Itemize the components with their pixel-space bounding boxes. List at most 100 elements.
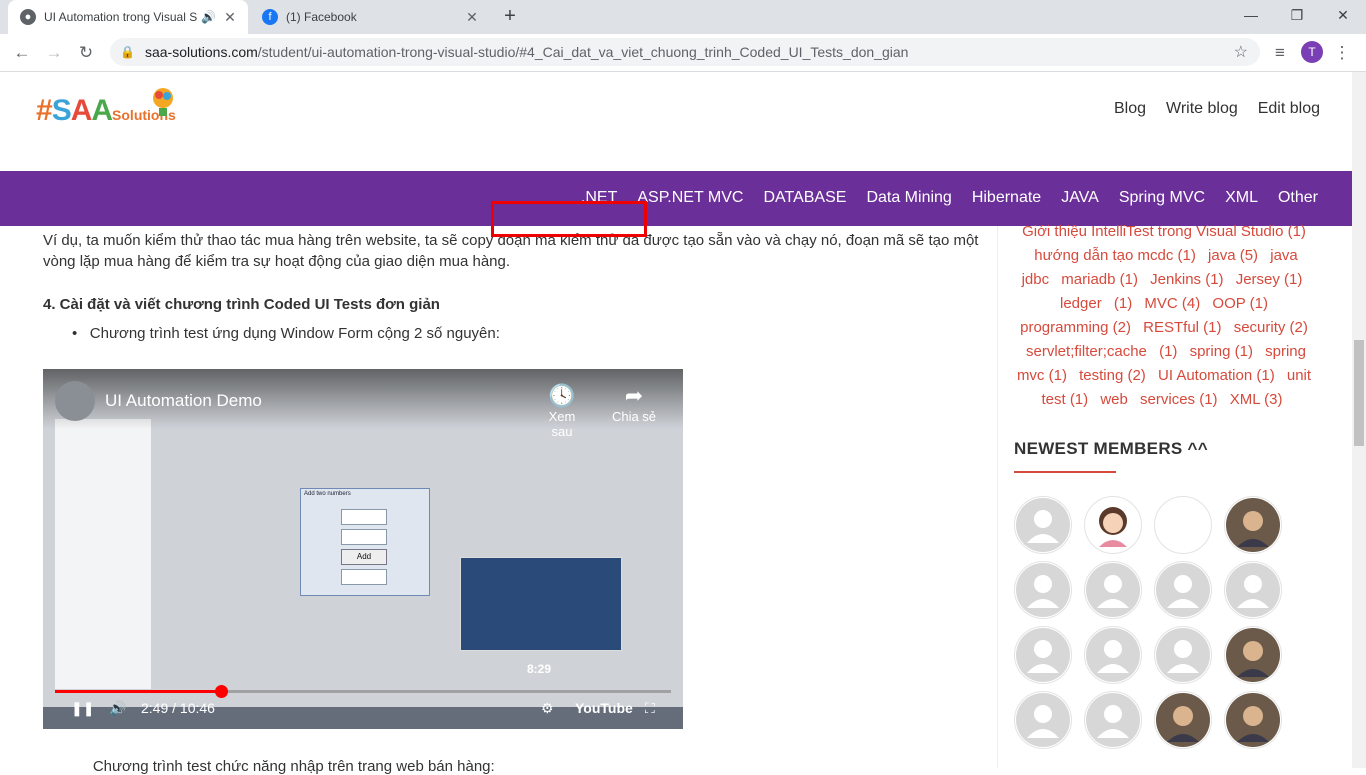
tag-link[interactable]: Jenkins (1) bbox=[1150, 271, 1223, 288]
video-title[interactable]: UI Automation Demo bbox=[105, 391, 262, 411]
bookmark-star-icon[interactable]: ☆ bbox=[1234, 42, 1248, 62]
scrollbar-thumb[interactable] bbox=[1354, 340, 1364, 446]
tag-link[interactable]: XML (3) bbox=[1230, 391, 1283, 408]
tab-title: (1) Facebook bbox=[286, 10, 357, 24]
menu-blog[interactable]: Blog bbox=[1114, 100, 1146, 118]
youtube-video[interactable]: Add two numbers Add 8:29 UI Automation D… bbox=[43, 369, 683, 729]
speaker-icon[interactable]: 🔊 bbox=[201, 10, 216, 24]
cat-data-mining[interactable]: Data Mining bbox=[866, 189, 951, 207]
tag-link[interactable]: services (1) bbox=[1140, 391, 1218, 408]
cat-database[interactable]: DATABASE bbox=[763, 189, 846, 207]
member-avatar[interactable] bbox=[1224, 626, 1282, 684]
logo-a2: A bbox=[91, 94, 113, 127]
tag-link[interactable]: Giới thiệu IntelliTest trong Visual Stud… bbox=[1022, 223, 1306, 240]
tag-link[interactable]: (1) bbox=[1114, 295, 1132, 312]
facebook-icon: f bbox=[262, 9, 278, 25]
member-avatar[interactable] bbox=[1014, 561, 1072, 619]
member-avatar[interactable] bbox=[1224, 691, 1282, 749]
category-bar: .NET ASP.NET MVC DATABASE Data Mining Hi… bbox=[0, 171, 1352, 226]
url-path: /student/ui-automation-trong-visual-stud… bbox=[257, 44, 909, 60]
tag-link[interactable]: UI Automation (1) bbox=[1158, 367, 1275, 384]
youtube-logo[interactable]: YouTube bbox=[575, 700, 633, 716]
member-avatar[interactable] bbox=[1084, 626, 1142, 684]
video-progress-bar[interactable] bbox=[55, 685, 671, 698]
dialog-result bbox=[341, 569, 387, 585]
close-tab-icon[interactable]: ✕ bbox=[464, 9, 480, 26]
tab-ui-automation[interactable]: ● UI Automation trong Visual S 🔊 ✕ bbox=[8, 0, 248, 34]
progress-fill bbox=[55, 690, 222, 693]
tag-link[interactable]: security (2) bbox=[1234, 319, 1308, 336]
maximize-icon[interactable]: ❐ bbox=[1274, 0, 1320, 30]
watch-later-button[interactable]: 🕓 Xem sau bbox=[537, 383, 587, 439]
close-tab-icon[interactable]: ✕ bbox=[222, 9, 238, 26]
title-underline bbox=[1014, 471, 1116, 473]
menu-edit-blog[interactable]: Edit blog bbox=[1258, 100, 1320, 118]
cat-hibernate[interactable]: Hibernate bbox=[972, 189, 1041, 207]
new-tab-button[interactable]: + bbox=[500, 6, 520, 26]
tab-facebook[interactable]: f (1) Facebook ✕ bbox=[250, 0, 490, 34]
member-avatar[interactable] bbox=[1154, 561, 1212, 619]
cat-java[interactable]: JAVA bbox=[1061, 189, 1099, 207]
channel-avatar[interactable] bbox=[55, 381, 95, 421]
more-menu-icon[interactable]: ⋮ bbox=[1330, 41, 1354, 65]
tag-link[interactable]: hướng dẫn tạo mcdc (1) bbox=[1034, 247, 1196, 264]
clock-icon: 🕓 bbox=[548, 383, 576, 408]
menu-write-blog[interactable]: Write blog bbox=[1166, 100, 1238, 118]
tag-link[interactable]: mariadb (1) bbox=[1061, 271, 1138, 288]
tag-link[interactable]: programming (2) bbox=[1020, 319, 1131, 336]
settings-gear-icon[interactable]: ⚙ bbox=[541, 700, 554, 717]
tag-link[interactable]: java (5) bbox=[1208, 247, 1258, 264]
member-avatar[interactable] bbox=[1014, 626, 1072, 684]
bullet-text: Chương trình test chức năng nhập trên tr… bbox=[92, 758, 495, 775]
tag-link[interactable]: Jersey (1) bbox=[1236, 271, 1303, 288]
dialog-title: Add two numbers bbox=[304, 491, 351, 497]
reload-icon[interactable]: ↻ bbox=[74, 41, 98, 65]
member-avatar[interactable] bbox=[1224, 496, 1282, 554]
members-grid bbox=[1014, 496, 1294, 749]
tag-link[interactable]: OOP (1) bbox=[1212, 295, 1268, 312]
share-icon: ➦ bbox=[624, 383, 644, 408]
preview-time: 8:29 bbox=[527, 662, 552, 676]
address-bar[interactable]: 🔒 saa-solutions.com/student/ui-automatio… bbox=[110, 38, 1260, 66]
profile-avatar[interactable]: T bbox=[1301, 41, 1323, 63]
tag-link[interactable]: spring (1) bbox=[1190, 343, 1253, 360]
tag-link[interactable]: ledger bbox=[1060, 295, 1102, 312]
dialog-input-1 bbox=[341, 509, 387, 525]
member-avatar[interactable] bbox=[1084, 561, 1142, 619]
highlight-box bbox=[491, 201, 647, 237]
cat-other[interactable]: Other bbox=[1278, 189, 1318, 207]
member-avatar[interactable] bbox=[1014, 496, 1072, 554]
media-control-icon[interactable]: ≡ bbox=[1268, 41, 1292, 65]
browser-toolbar: ← → ↻ 🔒 saa-solutions.com/student/ui-aut… bbox=[0, 34, 1366, 72]
tag-link[interactable]: (1) bbox=[1159, 343, 1177, 360]
member-avatar[interactable] bbox=[1154, 691, 1212, 749]
site-header: #SAASolutions Blog Write blog Edit blog bbox=[0, 72, 1352, 171]
fullscreen-icon[interactable]: ⛶ bbox=[645, 700, 655, 717]
close-window-icon[interactable]: ✕ bbox=[1320, 0, 1366, 30]
cat-xml[interactable]: XML bbox=[1225, 189, 1258, 207]
share-button[interactable]: ➦ Chia sẻ bbox=[609, 383, 659, 424]
section-heading: 4. Cài đặt và viết chương trình Coded UI… bbox=[43, 296, 440, 313]
member-avatar[interactable] bbox=[1154, 626, 1212, 684]
member-avatar[interactable] bbox=[1084, 691, 1142, 749]
dialog-add-button: Add bbox=[341, 549, 387, 565]
pause-icon[interactable]: ❚❚ bbox=[71, 700, 94, 717]
member-avatar[interactable] bbox=[1224, 561, 1282, 619]
tag-link[interactable]: MVC (4) bbox=[1144, 295, 1200, 312]
tag-link[interactable]: testing (2) bbox=[1079, 367, 1146, 384]
lock-icon: 🔒 bbox=[120, 45, 135, 59]
member-avatar[interactable] bbox=[1084, 496, 1142, 554]
member-avatar[interactable] bbox=[1014, 691, 1072, 749]
forward-icon[interactable]: → bbox=[42, 41, 66, 65]
cat-aspnet-mvc[interactable]: ASP.NET MVC bbox=[637, 189, 743, 207]
logo-s: S bbox=[51, 94, 72, 127]
tag-link[interactable]: RESTful (1) bbox=[1143, 319, 1221, 336]
volume-icon[interactable]: 🔊 bbox=[109, 700, 126, 717]
tag-link[interactable]: web bbox=[1100, 391, 1128, 408]
back-icon[interactable]: ← bbox=[10, 41, 34, 65]
member-avatar[interactable] bbox=[1154, 496, 1212, 554]
cat-spring-mvc[interactable]: Spring MVC bbox=[1119, 189, 1205, 207]
bullet-text: Chương trình test ứng dụng Window Form c… bbox=[89, 325, 500, 342]
tag-link[interactable]: servlet;filter;cache bbox=[1026, 343, 1147, 360]
minimize-icon[interactable]: — bbox=[1228, 0, 1274, 30]
